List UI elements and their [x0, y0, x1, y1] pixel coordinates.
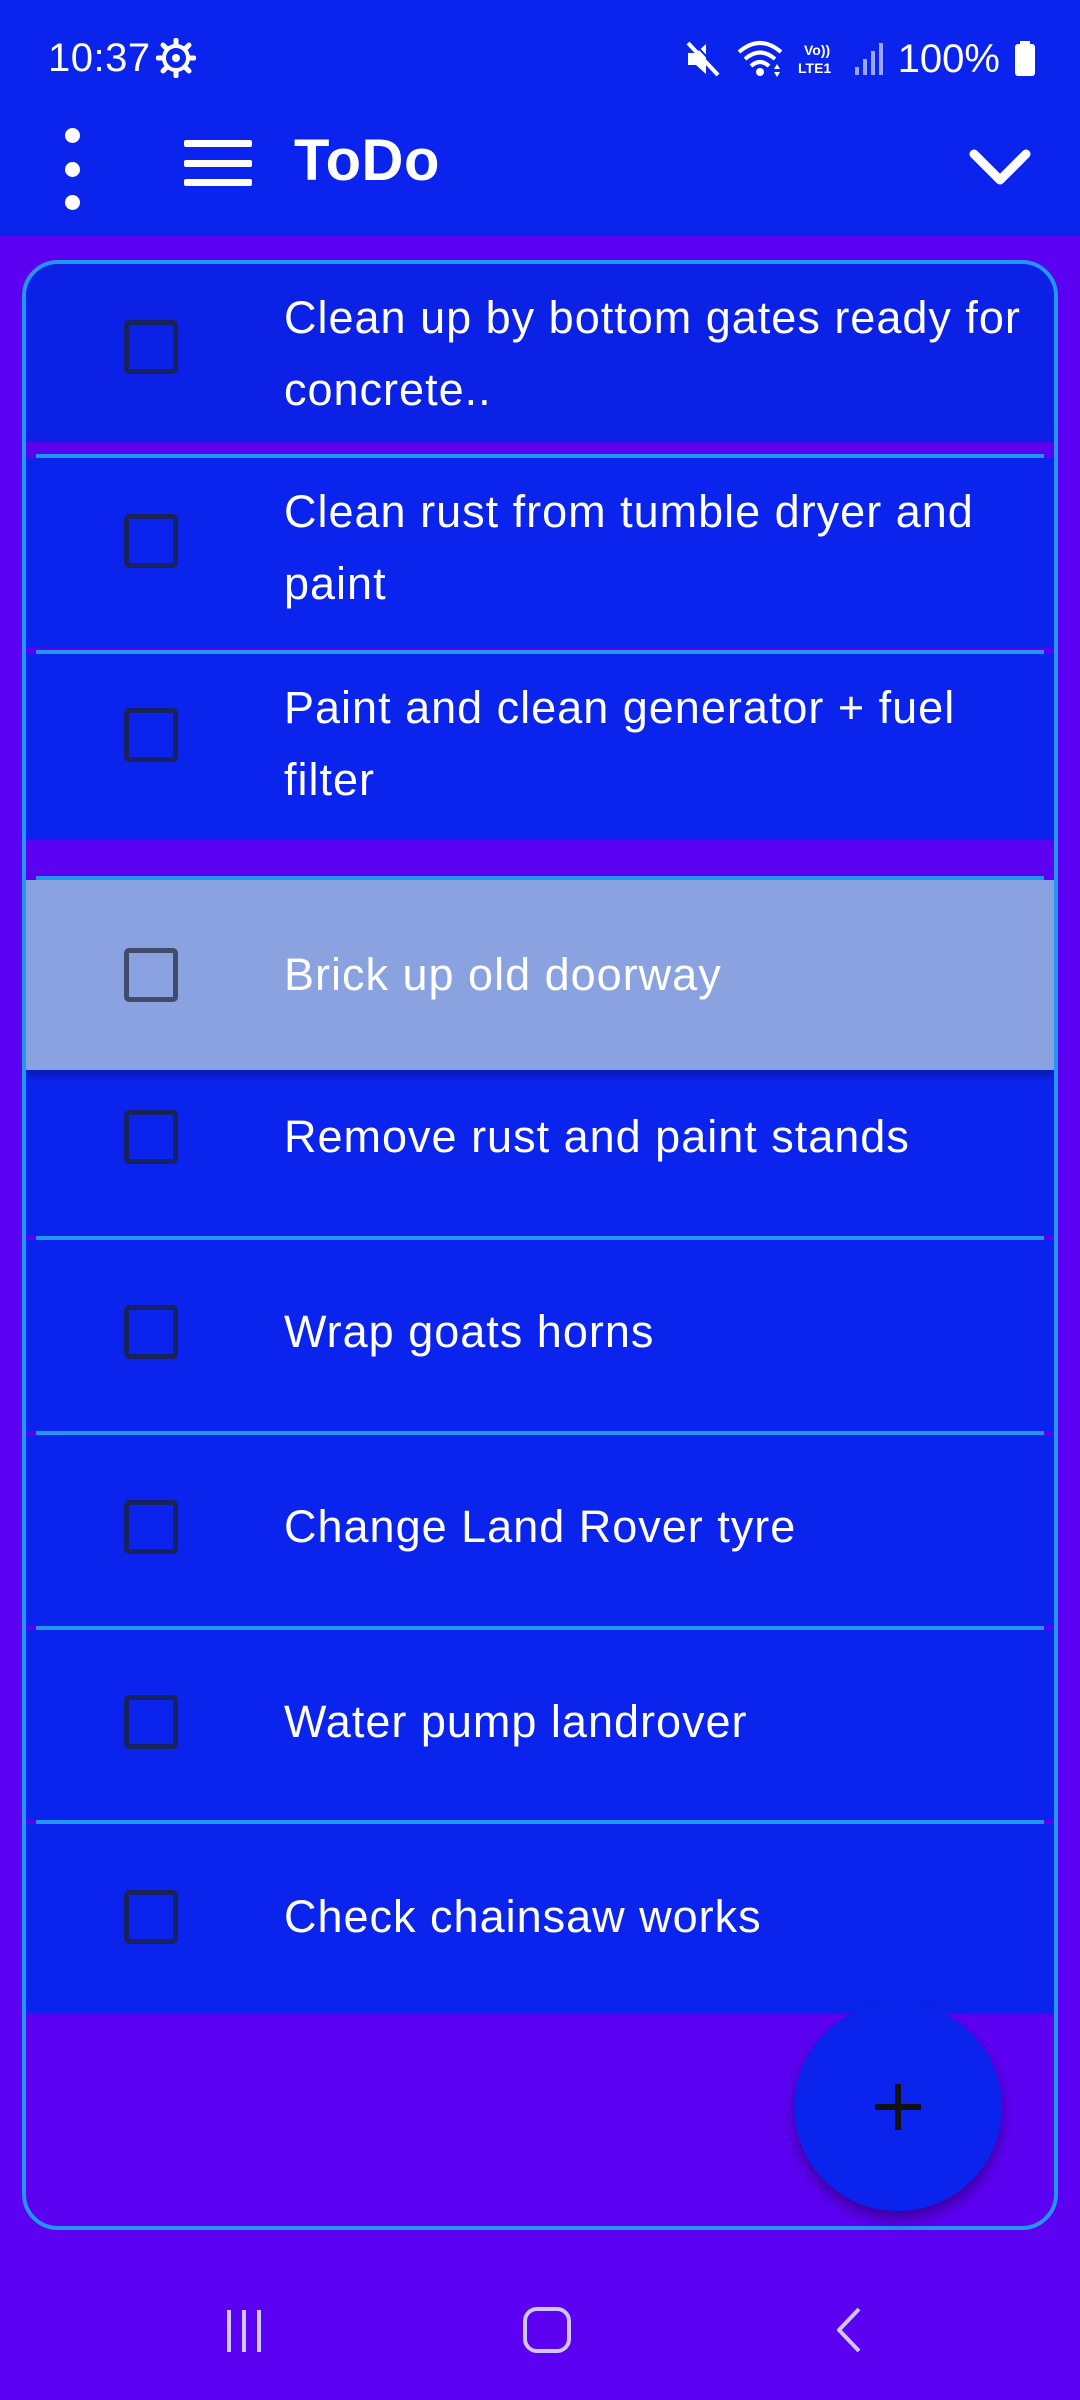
item-text: Wrap goats horns [284, 1306, 655, 1357]
signal-icon [854, 43, 883, 75]
svg-text:Vo)): Vo)) [804, 42, 830, 58]
item-checkbox[interactable] [124, 708, 178, 762]
status-time: 10:37 [48, 36, 151, 80]
list-item[interactable]: Paint and clean generator + fuel filter [26, 654, 1054, 840]
item-checkbox[interactable] [124, 1500, 178, 1554]
item-checkbox[interactable] [124, 1110, 178, 1164]
battery-icon [1015, 41, 1035, 76]
app-bar: ToDo [0, 118, 1080, 236]
item-checkbox[interactable] [124, 320, 178, 374]
list-item[interactable]: Clean rust from tumble dryer and paint [26, 458, 1054, 648]
list-item[interactable]: Wrap goats horns [26, 1240, 1054, 1431]
menu-icon[interactable] [184, 140, 252, 186]
item-text: Brick up old doorway [284, 949, 722, 1000]
home-button[interactable] [497, 2280, 597, 2380]
item-checkbox[interactable] [124, 1695, 178, 1749]
recents-button[interactable] [194, 2280, 294, 2380]
list-item[interactable]: Remove rust and paint stands [26, 1070, 1054, 1236]
back-button[interactable] [800, 2280, 900, 2380]
item-checkbox[interactable] [124, 1305, 178, 1359]
item-text: Check chainsaw works [284, 1891, 762, 1942]
item-checkbox[interactable] [124, 948, 178, 1002]
navigation-bar [0, 2250, 1080, 2400]
more-vert-icon[interactable] [48, 128, 96, 210]
item-text: Change Land Rover tyre [284, 1501, 797, 1552]
list-item[interactable]: Check chainsaw works [26, 1824, 1054, 2014]
item-text: Paint and clean generator + fuel filter [284, 682, 956, 805]
recents-icon [227, 2310, 261, 2352]
battery-percent: 100% [897, 37, 1000, 81]
chevron-down-icon[interactable] [968, 134, 1032, 198]
mute-icon [686, 39, 722, 77]
item-text: Water pump landrover [284, 1696, 748, 1747]
item-checkbox[interactable] [124, 1890, 178, 1944]
item-text: Clean rust from tumble dryer and paint [284, 486, 974, 609]
item-text: Clean up by bottom gates ready for concr… [284, 292, 1021, 415]
wifi-icon [737, 41, 782, 77]
plus-icon [875, 2084, 921, 2130]
status-bar: 10:37 Vo)) LTE1 100% [0, 0, 1080, 118]
volte-icon: Vo)) LTE1 [798, 42, 831, 76]
list-item-selected[interactable]: Brick up old doorway [26, 880, 1054, 1070]
list-item[interactable]: Clean up by bottom gates ready for concr… [26, 264, 1054, 442]
svg-text:LTE1: LTE1 [798, 60, 831, 76]
settings-gear-icon [156, 38, 196, 78]
item-checkbox[interactable] [124, 514, 178, 568]
status-icons: Vo)) LTE1 100% [684, 34, 1036, 84]
todo-list[interactable]: Clean up by bottom gates ready for concr… [22, 260, 1058, 2230]
app-title: ToDo [294, 128, 440, 193]
home-icon [523, 2307, 571, 2353]
list-item[interactable]: Water pump landrover [26, 1630, 1054, 1820]
list-item[interactable]: Change Land Rover tyre [26, 1435, 1054, 1626]
back-icon [837, 2307, 861, 2353]
add-task-button[interactable] [794, 2003, 1002, 2211]
item-text: Remove rust and paint stands [284, 1111, 910, 1162]
top-bar: 10:37 Vo)) LTE1 100% ToDo [0, 0, 1080, 236]
